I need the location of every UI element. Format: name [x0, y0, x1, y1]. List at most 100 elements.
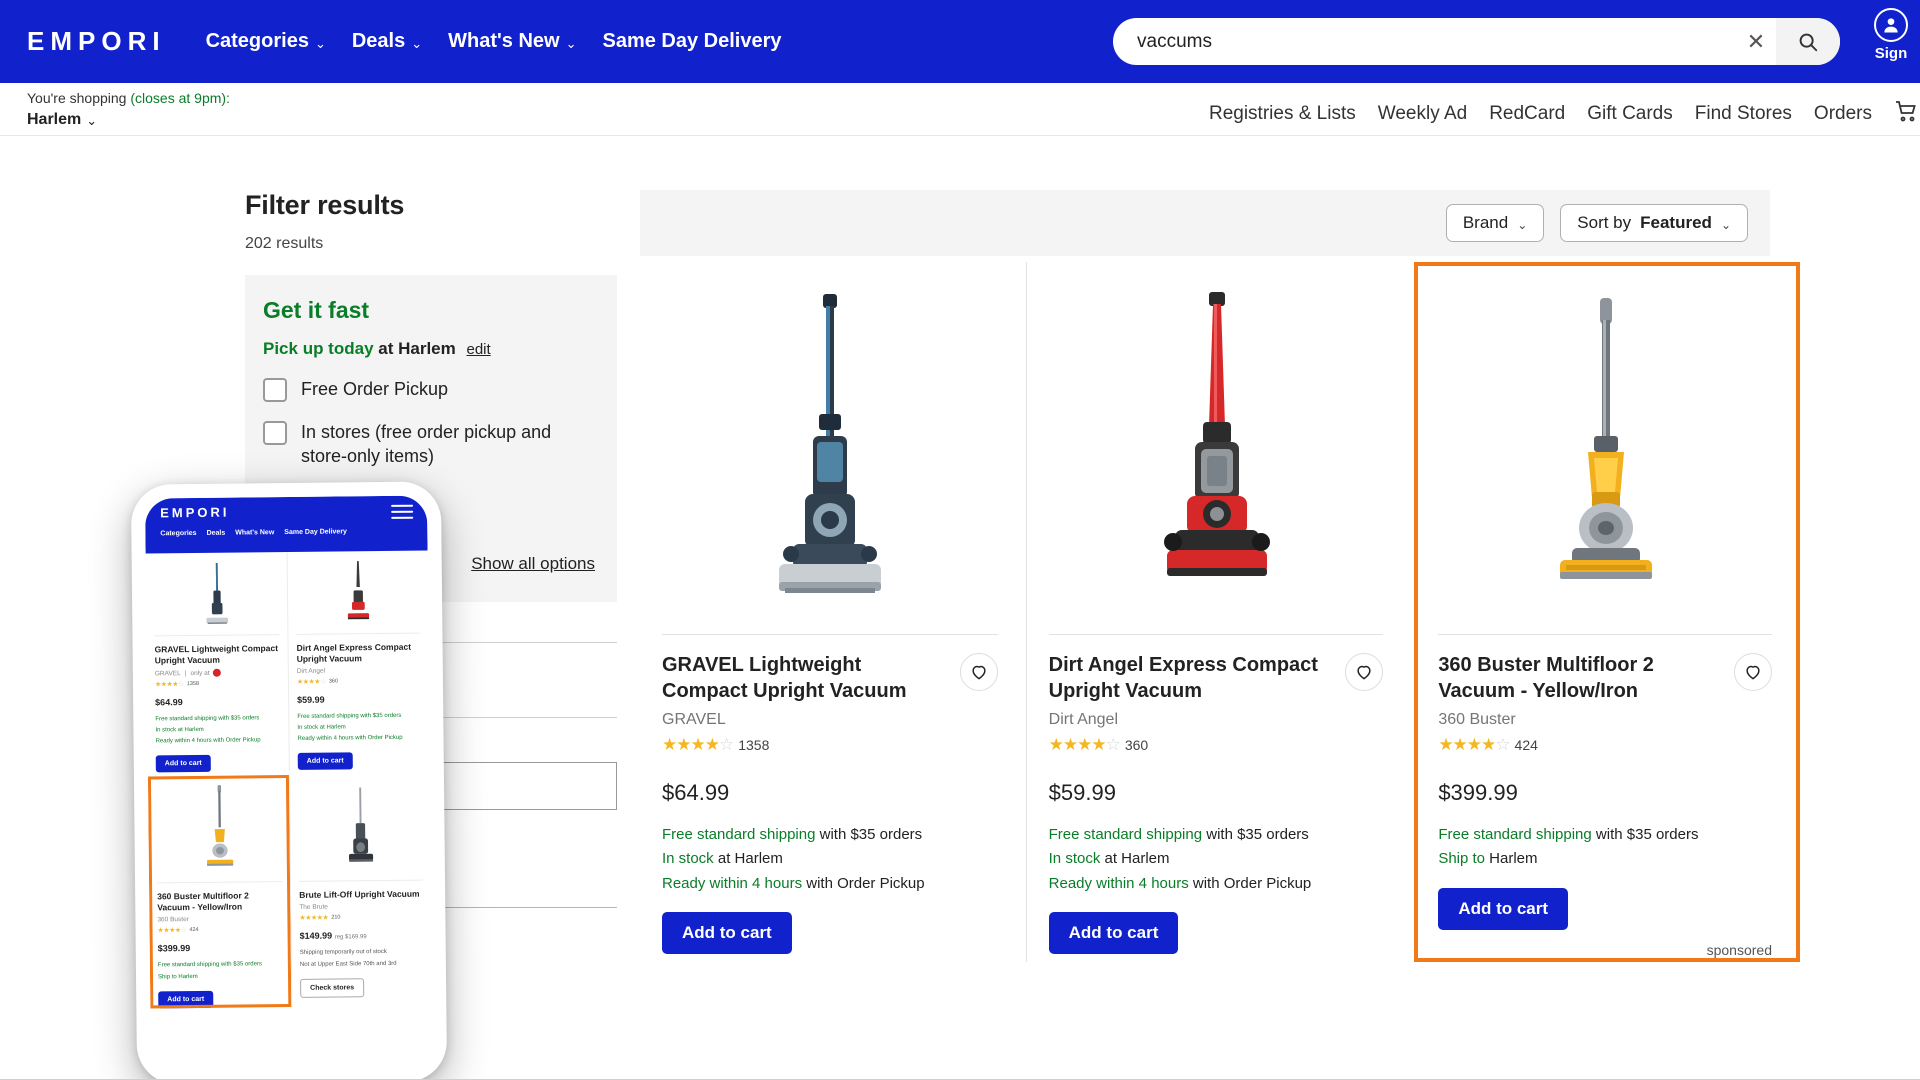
product-fulfillment: Free standard shipping with $35 orders I…	[1049, 823, 1384, 896]
mobile-product-brand-row: The Brute	[299, 903, 423, 911]
sort-prefix-label: Sort by	[1577, 213, 1632, 232]
mobile-header: EMPORI Categories Deals What's New Same …	[145, 495, 428, 554]
hamburger-icon[interactable]	[391, 504, 414, 523]
close-icon[interactable]: ✕	[1736, 30, 1776, 53]
filter-option-in-stores[interactable]: In stores (free order pickup and store-o…	[263, 420, 595, 469]
mobile-product-card[interactable]: Brute Lift-Off Upright Vacuum The Brute …	[288, 773, 433, 1007]
shipping-rest: with $35 orders	[1202, 826, 1309, 844]
account-sign-in[interactable]: Sign	[1862, 8, 1920, 62]
pickup-today-row: Pick up today at Harlem edit	[263, 339, 595, 359]
mobile-add-to-cart-button[interactable]: Add to cart	[297, 752, 353, 771]
mobile-price-value: $149.99	[299, 930, 333, 942]
product-title[interactable]: Dirt Angel Express Compact Upright Vacuu…	[1049, 653, 1336, 704]
product-card[interactable]: Dirt Angel Express Compact Upright Vacuu…	[1025, 262, 1412, 962]
mobile-product-card[interactable]: Dirt Angel Express Compact Upright Vacuu…	[286, 550, 430, 772]
mobile-product-card[interactable]: GRAVEL Lightweight Compact Upright Vacuu…	[146, 552, 289, 773]
filter-option-free-order-pickup[interactable]: Free Order Pickup	[263, 377, 595, 402]
product-fulfillment: Free standard shipping with $35 orders I…	[662, 823, 998, 896]
results-region: Brand ⌄ Sort by Featured ⌄ GRAVEL Lightw…	[640, 190, 1800, 962]
product-title-row: 360 Buster Multifloor 2 Vacuum - Yellow/…	[1438, 653, 1772, 704]
shopping-note: You're shopping (closes at 9pm):	[27, 88, 230, 108]
mobile-logo[interactable]: EMPORI	[160, 505, 229, 521]
product-rating: ★★★★☆ 424	[1438, 735, 1772, 755]
utility-link-gift-cards[interactable]: Gift Cards	[1587, 103, 1673, 125]
utility-link-registries[interactable]: Registries & Lists	[1209, 103, 1356, 125]
utility-links: Registries & Lists Weekly Ad RedCard Gif…	[1209, 99, 1920, 128]
store-selector[interactable]: Harlem ⌄	[27, 108, 230, 131]
checkbox[interactable]	[263, 378, 287, 402]
mobile-price: $59.99	[297, 694, 325, 706]
mobile-add-to-cart-button[interactable]: Add to cart	[155, 755, 211, 773]
shipping-highlight: Free standard shipping	[1438, 826, 1592, 844]
site-logo[interactable]: EMPORI	[27, 26, 166, 57]
sponsored-label: sponsored	[1706, 941, 1772, 958]
mobile-product-image	[296, 555, 421, 628]
shipping-rest: with $35 orders	[1591, 826, 1699, 844]
bullseye-icon	[212, 668, 221, 677]
edit-store-link[interactable]: edit	[466, 341, 490, 358]
shipping-highlight: Free standard shipping	[1048, 826, 1203, 844]
chevron-down-icon: ⌄	[314, 35, 326, 51]
add-to-cart-button[interactable]: Add to cart	[1438, 887, 1569, 930]
product-image[interactable]	[1438, 282, 1772, 622]
mobile-add-to-cart-button[interactable]: Add to cart	[158, 990, 214, 1009]
mobile-regular-price: reg $169.99	[334, 934, 367, 941]
nav-item-same-day-delivery[interactable]: Same Day Delivery	[602, 30, 781, 53]
chevron-down-icon: ⌄	[1517, 218, 1528, 232]
search-input[interactable]	[1113, 30, 1736, 53]
add-to-cart-button[interactable]: Add to cart	[662, 912, 792, 955]
mobile-product-brand: The Brute	[299, 904, 328, 912]
search-submit-button[interactable]	[1776, 18, 1840, 65]
heart-icon[interactable]	[959, 653, 998, 691]
vacuum-blue-silver-image	[778, 294, 881, 593]
product-card-highlighted[interactable]: 360 Buster Multifloor 2 Vacuum - Yellow/…	[1414, 262, 1800, 962]
utility-link-weekly-ad[interactable]: Weekly Ad	[1378, 103, 1467, 125]
mobile-product-title: Dirt Angel Express Compact Upright Vacuu…	[296, 641, 412, 664]
filter-option-label: In stores (free order pickup and store-o…	[301, 422, 552, 467]
utility-link-redcard[interactable]: RedCard	[1489, 103, 1565, 125]
product-title[interactable]: GRAVEL Lightweight Compact Upright Vacuu…	[662, 653, 950, 704]
utility-link-find-stores[interactable]: Find Stores	[1695, 103, 1792, 125]
checkbox[interactable]	[263, 421, 287, 445]
mobile-product-card-highlighted[interactable]: 360 Buster Multifloor 2 Vacuum - Yellow/…	[147, 775, 292, 1009]
nav-item-whats-new[interactable]: What's New ⌄	[448, 30, 576, 53]
product-card[interactable]: GRAVEL Lightweight Compact Upright Vacuu…	[640, 262, 1026, 962]
shipping-highlight: Free standard shipping	[662, 826, 816, 844]
search-bar: ✕	[1113, 18, 1840, 65]
cart-icon[interactable]	[1894, 99, 1916, 128]
nav-item-categories[interactable]: Categories ⌄	[206, 30, 326, 53]
main-nav: Categories ⌄ Deals ⌄ What's New ⌄ Same D…	[206, 30, 782, 53]
heart-icon[interactable]	[1734, 653, 1772, 691]
mobile-nav-whats-new[interactable]: What's New	[235, 529, 274, 536]
mobile-nav-deals[interactable]: Deals	[207, 530, 226, 537]
nav-item-deals[interactable]: Deals ⌄	[352, 30, 422, 53]
mobile-rating-count: 210	[331, 914, 341, 921]
mobile-product-title: GRAVEL Lightweight Compact Upright Vacuu…	[154, 643, 279, 666]
chevron-down-icon: ⌄	[1720, 218, 1731, 232]
mobile-check-stores-button[interactable]: Check stores	[300, 977, 365, 998]
vacuum-yellow-iron-image	[1560, 298, 1653, 579]
heart-icon[interactable]	[1345, 653, 1384, 691]
star-icon: ★★★★☆	[1438, 735, 1510, 755]
brand-filter-dropdown[interactable]: Brand ⌄	[1445, 204, 1545, 242]
chevron-down-icon: ⌄	[86, 113, 98, 129]
product-image[interactable]	[662, 282, 998, 622]
add-to-cart-button[interactable]: Add to cart	[1048, 912, 1179, 955]
mobile-card-divider	[154, 634, 280, 637]
mobile-product-image	[298, 778, 423, 875]
mobile-ship-line-3: Ready within 4 hours with Order Pickup	[297, 735, 403, 743]
search-icon	[1799, 33, 1818, 51]
mobile-fulfillment: Free standard shipping with $35 orders S…	[158, 960, 283, 983]
results-toolbar: Brand ⌄ Sort by Featured ⌄	[640, 190, 1770, 256]
mobile-price: $64.99	[155, 697, 183, 708]
sort-dropdown[interactable]: Sort by Featured ⌄	[1560, 204, 1748, 242]
user-avatar-icon	[1874, 8, 1908, 42]
utility-link-orders[interactable]: Orders	[1814, 103, 1872, 125]
mobile-nav-same-day[interactable]: Same Day Delivery	[284, 528, 347, 536]
chevron-down-icon: ⌄	[411, 35, 423, 51]
mobile-ship-line-2: Ship to Harlem	[157, 973, 198, 980]
product-image[interactable]	[1049, 282, 1384, 622]
mobile-rating-count: 424	[189, 927, 199, 934]
product-title[interactable]: 360 Buster Multifloor 2 Vacuum - Yellow/…	[1438, 653, 1724, 704]
mobile-nav-categories[interactable]: Categories	[160, 530, 196, 537]
